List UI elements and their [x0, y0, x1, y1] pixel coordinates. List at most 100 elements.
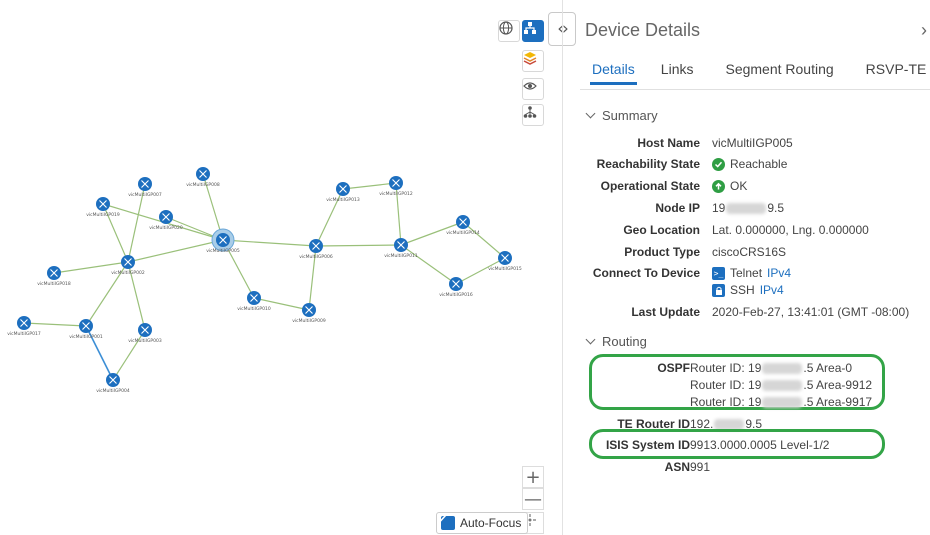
- reachability-row: Reachability State Reachable: [563, 157, 930, 177]
- router-node[interactable]: vicMultiIGP020: [149, 210, 183, 231]
- isis-system-id-value: 9913.0000.0005 Level-1/2: [690, 438, 830, 452]
- node-label: vicMultiIGP009: [292, 318, 326, 324]
- node-ip-suffix: 9.5: [767, 201, 785, 215]
- ospf-router-id-prefix: Router ID: 19: [690, 361, 762, 375]
- operational-value: OK: [730, 179, 748, 193]
- summary-heading: Summary: [602, 108, 658, 123]
- asn-value: 991: [690, 460, 711, 474]
- hierarchy-icon[interactable]: [522, 104, 544, 126]
- topology-map[interactable]: vicMultiIGP001 vicMultiIGP002 vicMultiIGP0…: [0, 0, 560, 535]
- chevron-down-icon: [585, 334, 596, 345]
- operational-label: Operational State: [600, 179, 700, 193]
- router-node[interactable]: vicMultiIGP002: [111, 255, 145, 276]
- redacted-block: [726, 202, 767, 214]
- router-node[interactable]: vicMultiIGP012: [379, 176, 413, 197]
- device-details-panel: Device Details › Details Links Segment R…: [563, 0, 930, 535]
- node-label: vicMultiIGP017: [7, 331, 41, 337]
- router-node[interactable]: vicMultiIGP013: [326, 182, 360, 203]
- last-update-label: Last Update: [631, 305, 700, 319]
- chevron-down-icon: [585, 108, 596, 119]
- close-panel-icon[interactable]: ›: [921, 20, 927, 41]
- router-node[interactable]: vicMultiIGP003: [128, 323, 162, 344]
- zoom-out-button[interactable]: —: [522, 488, 544, 510]
- router-node[interactable]: vicMultiIGP008: [186, 167, 220, 188]
- redacted-block: [762, 362, 803, 374]
- ssh-row: SSH IPv4: [563, 283, 930, 303]
- summary-section-header[interactable]: Summary: [585, 108, 658, 123]
- topology-link[interactable]: [400, 244, 457, 285]
- globe-icon[interactable]: [498, 20, 520, 42]
- layers-icon[interactable]: [522, 50, 544, 72]
- product-type-row: Product Type ciscoCRS16S: [563, 245, 930, 265]
- checkbox-checked-icon[interactable]: [437, 514, 455, 530]
- routing-section-header[interactable]: Routing: [585, 334, 647, 349]
- router-node[interactable]: vicMultiIGP005: [206, 228, 240, 254]
- ssh-ipv4-link[interactable]: IPv4: [760, 283, 784, 297]
- reachability-label: Reachability State: [596, 157, 700, 171]
- node-label: vicMultiIGP011: [384, 253, 418, 259]
- node-label: vicMultiIGP005: [206, 248, 240, 254]
- tabs-divider: [580, 89, 930, 90]
- ospf-row-3: Router ID: 19 .5 Area-9917: [563, 395, 930, 415]
- ospf-router-id-prefix: Router ID: 19: [690, 395, 762, 409]
- topology-link[interactable]: [315, 244, 402, 247]
- tab-segment-routing[interactable]: Segment Routing: [705, 61, 845, 85]
- node-label: vicMultiIGP019: [86, 212, 120, 218]
- lock-icon: [712, 283, 725, 297]
- ssh-label: SSH: [730, 283, 755, 297]
- node-label: vicMultiIGP006: [299, 254, 333, 260]
- node-label: vicMultiIGP012: [379, 191, 413, 197]
- router-node[interactable]: vicMultiIGP016: [439, 277, 473, 298]
- router-node[interactable]: vicMultiIGP001: [69, 319, 103, 340]
- router-node[interactable]: vicMultiIGP009: [292, 303, 326, 324]
- router-node[interactable]: vicMultiIGP006: [299, 239, 333, 260]
- router-node[interactable]: vicMultiIGP007: [128, 177, 162, 198]
- topology-link[interactable]: [462, 221, 506, 259]
- topology-canvas[interactable]: vicMultiIGP001 vicMultiIGP002 vicMultiIGP0…: [0, 0, 560, 535]
- node-label: vicMultiIGP007: [128, 192, 162, 198]
- eye-icon[interactable]: [522, 78, 544, 100]
- asn-label: ASN: [664, 460, 690, 474]
- tab-details[interactable]: Details: [580, 61, 647, 85]
- router-node[interactable]: vicMultiIGP004: [96, 373, 130, 394]
- host-name-value: vicMultiIGP005: [712, 136, 793, 150]
- asn-row: ASN 991: [563, 460, 930, 480]
- telnet-ipv4-link[interactable]: IPv4: [767, 266, 791, 280]
- panel-title: Device Details: [585, 20, 701, 40]
- node-label: vicMultiIGP018: [37, 281, 71, 287]
- zoom-in-button[interactable]: +: [522, 466, 544, 488]
- topology-icon[interactable]: [522, 20, 544, 42]
- router-node[interactable]: vicMultiIGP018: [37, 266, 71, 287]
- node-label: vicMultiIGP003: [128, 338, 162, 344]
- telnet-label: Telnet: [730, 266, 763, 280]
- ospf-router-id-suffix: .5 Area-9917: [803, 395, 873, 409]
- check-circle-icon: [712, 157, 725, 171]
- topology-link[interactable]: [222, 239, 317, 247]
- last-update-row: Last Update 2020-Feb-27, 13:41:01 (GMT -…: [563, 305, 930, 325]
- router-node[interactable]: vicMultiIGP014: [446, 215, 480, 236]
- isis-row: ISIS System ID 9913.0000.0005 Level-1/2: [563, 438, 930, 458]
- geo-location-row: Geo Location Lat. 0.000000, Lng. 0.00000…: [563, 223, 930, 243]
- topology-link[interactable]: [112, 329, 146, 381]
- geo-location-value: Lat. 0.000000, Lng. 0.000000: [712, 223, 869, 237]
- router-node[interactable]: vicMultiIGP017: [7, 316, 41, 337]
- topology-link[interactable]: [23, 322, 87, 327]
- router-node[interactable]: vicMultiIGP015: [488, 251, 522, 272]
- node-label: vicMultiIGP008: [186, 182, 220, 188]
- host-name-row: Host Name vicMultiIGP005: [563, 136, 930, 156]
- node-label: vicMultiIGP015: [488, 266, 522, 272]
- node-label: vicMultiIGP001: [69, 334, 103, 340]
- isis-system-id-label: ISIS System ID: [605, 438, 690, 452]
- topology-link[interactable]: [342, 182, 397, 190]
- node-label: vicMultiIGP010: [237, 306, 271, 312]
- node-ip-row: Node IP 19 9.5: [563, 201, 930, 221]
- product-type-label: Product Type: [624, 245, 700, 259]
- routing-heading: Routing: [602, 334, 647, 349]
- node-label: vicMultiIGP004: [96, 388, 130, 394]
- tab-rsvp-te[interactable]: RSVP-TE: [846, 61, 930, 85]
- router-node[interactable]: vicMultiIGP010: [237, 291, 271, 312]
- ospf-router-id-suffix: .5 Area-9912: [803, 378, 873, 392]
- tab-links[interactable]: Links: [647, 61, 706, 85]
- redacted-block: [762, 379, 803, 391]
- auto-focus-toggle[interactable]: Auto-Focus: [436, 512, 529, 534]
